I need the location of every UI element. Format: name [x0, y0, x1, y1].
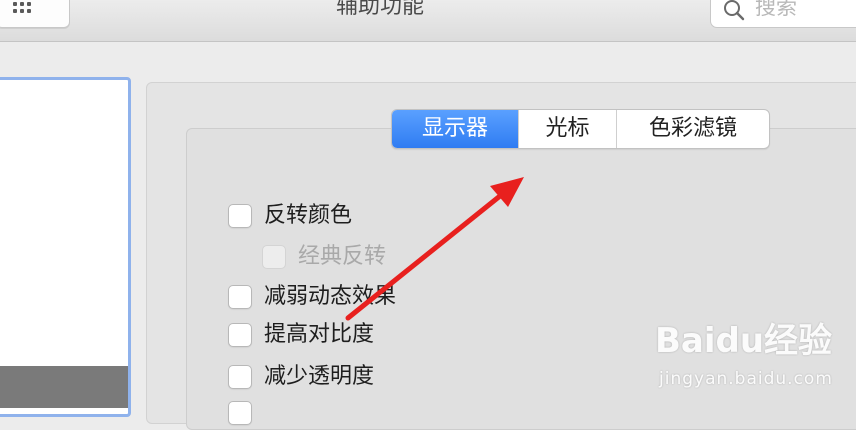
watermark-logo: Baidu经验 [655, 321, 833, 361]
watermark: Baidu经验 jingyan.baidu.com [655, 313, 855, 403]
watermark-url: jingyan.baidu.com [659, 369, 833, 389]
